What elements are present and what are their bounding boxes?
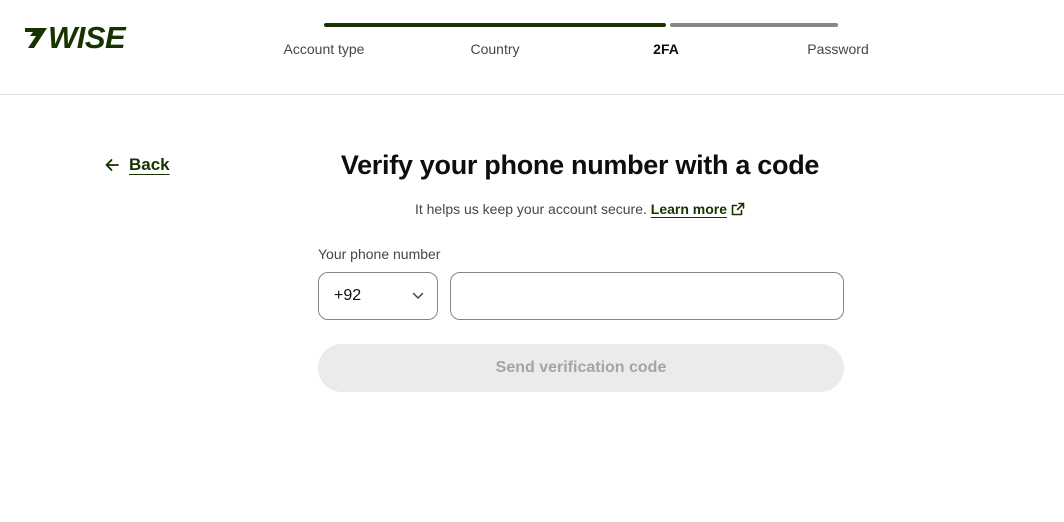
step-account-type: Account type (283, 41, 365, 57)
phone-number-label: Your phone number (318, 246, 441, 262)
subtitle-text: It helps us keep your account secure. (414, 201, 647, 217)
external-link-icon (731, 202, 745, 216)
learn-more-label: Learn more (650, 201, 728, 217)
send-verification-code-button[interactable]: Send verification code (318, 344, 844, 392)
country-code-select[interactable]: +92 (318, 272, 438, 320)
page-title: Verify your phone number with a code (340, 150, 820, 180)
progress-stepper: Account type Country 2FA Password (0, 0, 1064, 95)
progress-bar-remaining (670, 23, 838, 27)
phone-number-input[interactable] (450, 272, 844, 320)
learn-more-link[interactable]: Learn more (651, 201, 745, 217)
step-2fa: 2FA (653, 41, 679, 57)
step-country: Country (470, 41, 520, 57)
chevron-down-icon (412, 292, 424, 299)
header: WISE Account type Country 2FA Password (0, 0, 1064, 95)
page-subtitle: It helps us keep your account secure. Le… (0, 201, 1064, 217)
country-code-value: +92 (334, 287, 362, 304)
progress-bar-completed (324, 23, 666, 27)
step-password: Password (807, 41, 869, 57)
